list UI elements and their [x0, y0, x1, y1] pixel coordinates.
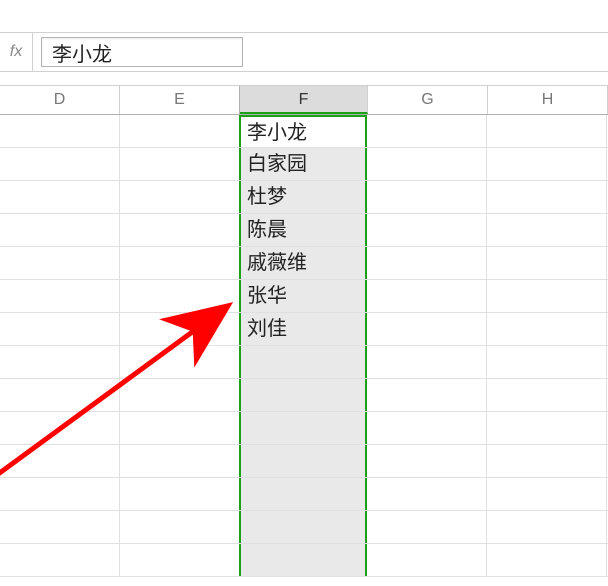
cell-H11[interactable]: [487, 445, 607, 477]
cell-F3[interactable]: 杜梦: [239, 181, 367, 213]
fx-icon[interactable]: fx: [0, 33, 33, 71]
cell-H2[interactable]: [487, 148, 607, 180]
cell-E8[interactable]: [120, 346, 240, 378]
cell-G11[interactable]: [367, 445, 487, 477]
cell-G2[interactable]: [367, 148, 487, 180]
table-row: 戚薇维: [0, 247, 608, 280]
cell-H4[interactable]: [487, 214, 607, 246]
table-row: [0, 478, 608, 511]
cell-E9[interactable]: [120, 379, 240, 411]
formula-input-wrap: [33, 33, 608, 71]
cell-E5[interactable]: [120, 247, 240, 279]
column-headers: D E F G H: [0, 85, 608, 115]
grid-rows: 李小龙白家园杜梦陈晨戚薇维张华刘佳: [0, 115, 608, 577]
cell-D8[interactable]: [0, 346, 120, 378]
cell-G13[interactable]: [367, 511, 487, 543]
cell-G3[interactable]: [367, 181, 487, 213]
cell-G8[interactable]: [367, 346, 487, 378]
cell-H12[interactable]: [487, 478, 607, 510]
cell-G12[interactable]: [367, 478, 487, 510]
cell-F8[interactable]: [239, 346, 367, 378]
column-header-H[interactable]: H: [488, 86, 608, 114]
table-row: [0, 412, 608, 445]
cell-H6[interactable]: [487, 280, 607, 312]
cell-F9[interactable]: [239, 379, 367, 411]
cell-D3[interactable]: [0, 181, 120, 213]
cell-F1[interactable]: 李小龙: [239, 115, 367, 147]
cell-D4[interactable]: [0, 214, 120, 246]
cell-G7[interactable]: [367, 313, 487, 345]
cell-G1[interactable]: [367, 115, 487, 147]
table-row: 张华: [0, 280, 608, 313]
formula-bar: fx: [0, 32, 608, 72]
cell-H9[interactable]: [487, 379, 607, 411]
table-row: [0, 544, 608, 577]
formula-input[interactable]: [41, 37, 243, 67]
cell-F7[interactable]: 刘佳: [239, 313, 367, 345]
cell-D7[interactable]: [0, 313, 120, 345]
cell-H8[interactable]: [487, 346, 607, 378]
cell-G6[interactable]: [367, 280, 487, 312]
cell-F14[interactable]: [239, 544, 367, 576]
cell-F4[interactable]: 陈晨: [239, 214, 367, 246]
cell-D6[interactable]: [0, 280, 120, 312]
column-header-E[interactable]: E: [120, 86, 240, 114]
cell-E3[interactable]: [120, 181, 240, 213]
cell-D12[interactable]: [0, 478, 120, 510]
cell-D14[interactable]: [0, 544, 120, 576]
cell-H7[interactable]: [487, 313, 607, 345]
cell-E1[interactable]: [120, 115, 240, 147]
cell-D10[interactable]: [0, 412, 120, 444]
cell-F2[interactable]: 白家园: [239, 148, 367, 180]
table-row: 白家园: [0, 148, 608, 181]
table-row: 李小龙: [0, 115, 608, 148]
cell-D9[interactable]: [0, 379, 120, 411]
cell-F12[interactable]: [239, 478, 367, 510]
cell-H1[interactable]: [487, 115, 607, 147]
table-row: 杜梦: [0, 181, 608, 214]
cell-E13[interactable]: [120, 511, 240, 543]
cell-E14[interactable]: [120, 544, 240, 576]
cell-G5[interactable]: [367, 247, 487, 279]
cell-E12[interactable]: [120, 478, 240, 510]
cell-H14[interactable]: [487, 544, 607, 576]
spreadsheet-grid[interactable]: D E F G H 李小龙白家园杜梦陈晨戚薇维张华刘佳: [0, 85, 608, 586]
cell-D2[interactable]: [0, 148, 120, 180]
cell-F13[interactable]: [239, 511, 367, 543]
table-row: [0, 379, 608, 412]
table-row: 陈晨: [0, 214, 608, 247]
column-header-G[interactable]: G: [368, 86, 488, 114]
cell-G4[interactable]: [367, 214, 487, 246]
cell-G10[interactable]: [367, 412, 487, 444]
cell-G9[interactable]: [367, 379, 487, 411]
cell-H13[interactable]: [487, 511, 607, 543]
cell-F5[interactable]: 戚薇维: [239, 247, 367, 279]
table-row: [0, 346, 608, 379]
column-header-F[interactable]: F: [240, 86, 368, 114]
cell-E11[interactable]: [120, 445, 240, 477]
cell-E2[interactable]: [120, 148, 240, 180]
table-row: [0, 445, 608, 478]
cell-F10[interactable]: [239, 412, 367, 444]
cell-H10[interactable]: [487, 412, 607, 444]
table-row: [0, 511, 608, 544]
cell-H5[interactable]: [487, 247, 607, 279]
cell-E7[interactable]: [120, 313, 240, 345]
column-header-D[interactable]: D: [0, 86, 120, 114]
cell-D13[interactable]: [0, 511, 120, 543]
cell-D5[interactable]: [0, 247, 120, 279]
cell-D1[interactable]: [0, 115, 120, 147]
cell-E6[interactable]: [120, 280, 240, 312]
cell-F6[interactable]: 张华: [239, 280, 367, 312]
cell-G14[interactable]: [367, 544, 487, 576]
cell-E10[interactable]: [120, 412, 240, 444]
cell-H3[interactable]: [487, 181, 607, 213]
cell-D11[interactable]: [0, 445, 120, 477]
cell-F11[interactable]: [239, 445, 367, 477]
cell-E4[interactable]: [120, 214, 240, 246]
table-row: 刘佳: [0, 313, 608, 346]
